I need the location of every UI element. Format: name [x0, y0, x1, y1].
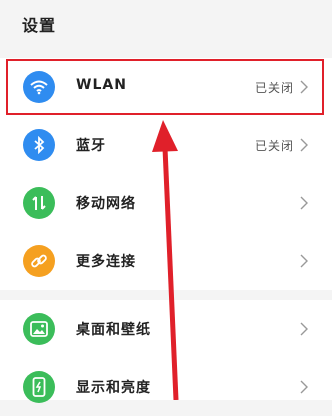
annotation-arrow-icon [152, 120, 179, 400]
